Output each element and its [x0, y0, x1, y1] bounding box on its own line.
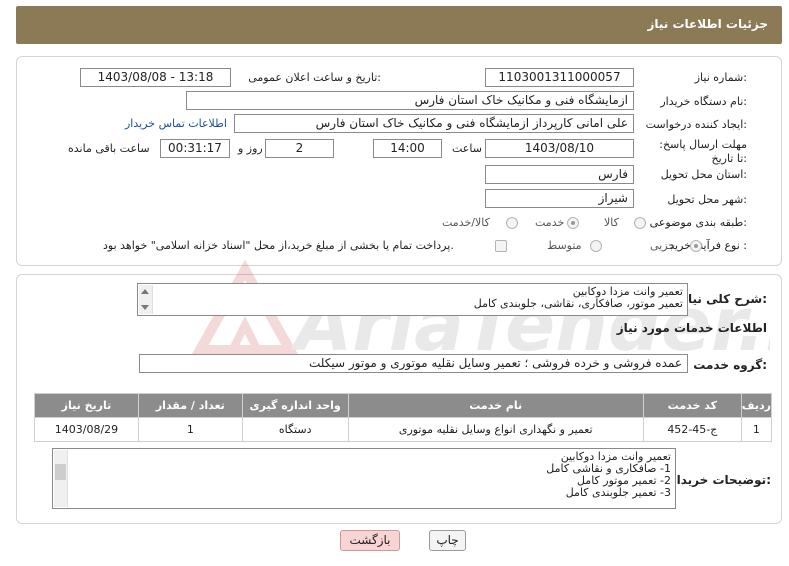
buyer-notes-label: توضیحات خریدار: — [669, 473, 771, 487]
deadline-label: مهلت ارسال پاسخ: تا تاریخ: — [659, 138, 747, 165]
cell-unit: دستگاه — [241, 417, 349, 442]
back-button[interactable]: بازگشت — [340, 530, 400, 551]
requester-field[interactable]: علی امانی کارپرداز ازمایشگاه فنی و مکانی… — [234, 114, 634, 133]
page-title: جزئیات اطلاعات نیاز — [647, 17, 768, 31]
notes-scrollbar[interactable] — [54, 450, 68, 507]
table-header-row: ردیف کد خدمت نام خدمت واحد اندازه گیری ت… — [34, 393, 773, 418]
summary-textarea[interactable]: تعمیر وانت مزدا دوکابین تعمیر موتور، صاف… — [137, 283, 688, 316]
deadline-time-field[interactable]: 14:00 — [373, 139, 442, 158]
treasury-payment-checkbox[interactable] — [495, 240, 507, 252]
col-service-name: نام خدمت — [347, 393, 644, 418]
services-table: ردیف کد خدمت نام خدمت واحد اندازه گیری ت… — [34, 393, 773, 442]
purchase-type-label: نوع فرآیند خرید : — [669, 239, 747, 252]
buyer-notes-textarea[interactable]: تعمیر وانت مزدا دوکابین 1- صافکاری و نقا… — [52, 448, 676, 509]
cell-quantity: 1 — [137, 417, 243, 442]
print-button[interactable]: چاپ — [429, 530, 466, 551]
page-header: جزئیات اطلاعات نیاز — [16, 6, 782, 44]
province-field[interactable]: فارس — [485, 165, 634, 184]
category-option-goods-service: کالا/خدمت — [442, 216, 490, 229]
treasury-payment-note: پرداخت تمام یا بخشی از مبلغ خرید،از محل … — [103, 239, 454, 252]
remaining-time-field[interactable]: 00:31:17 — [160, 139, 230, 158]
remaining-time-label: ساعت باقی مانده — [68, 142, 150, 155]
summary-label: شرح کلی نیاز: — [681, 292, 767, 306]
category-label: طبقه بندی موضوعی: — [649, 216, 747, 229]
service-group-label: گروه خدمت: — [693, 358, 767, 372]
category-radio-service[interactable] — [567, 217, 579, 229]
service-group-field[interactable]: عمده فروشی و خرده فروشی ؛ تعمیر وسایل نق… — [139, 354, 688, 373]
purchase-type-radio-minor[interactable] — [690, 240, 702, 252]
buyer-org-field[interactable]: ازمایشگاه فنی و مکانیک خاک استان فارس — [186, 91, 634, 110]
province-label: استان محل تحویل: — [660, 168, 747, 181]
notes-scroll-thumb[interactable] — [55, 464, 66, 480]
notes-line-4: 3- تعمیر جلوبندی کامل — [565, 486, 671, 499]
category-option-goods: کالا — [604, 216, 619, 229]
remaining-days-label: روز و — [238, 142, 263, 155]
deadline-date-field[interactable]: 1403/08/10 — [485, 139, 634, 158]
cell-service-name: تعمیر و نگهداری انواع وسایل نقلیه موتوری — [347, 417, 644, 442]
summary-scrollbar[interactable] — [139, 285, 153, 314]
city-field[interactable]: شیراز — [485, 189, 634, 208]
buyer-contact-link[interactable]: اطلاعات تماس خریدار — [125, 117, 227, 130]
col-unit: واحد اندازه گیری — [241, 393, 349, 418]
announce-datetime-field[interactable]: 1403/08/08 - 13:18 — [80, 68, 231, 87]
cell-row-number: 1 — [740, 417, 773, 442]
cell-service-code: ج-45-452 — [642, 417, 742, 442]
category-radio-goods[interactable] — [634, 217, 646, 229]
col-need-date: تاریخ نیاز — [34, 393, 139, 418]
city-label: شهر محل تحویل: — [667, 193, 747, 206]
services-section-title: اطلاعات خدمات مورد نیاز — [616, 321, 767, 335]
cell-need-date: 1403/08/29 — [34, 417, 139, 442]
announce-datetime-label: تاریخ و ساعت اعلان عمومی: — [248, 71, 381, 84]
deadline-time-label: ساعت — [452, 142, 482, 155]
requester-label: ایجاد کننده درخواست: — [645, 118, 747, 131]
col-service-code: کد خدمت — [642, 393, 742, 418]
table-row[interactable]: 1 ج-45-452 تعمیر و نگهداری انواع وسایل ن… — [34, 417, 773, 442]
need-number-field[interactable]: 1103001311000057 — [485, 68, 634, 87]
purchase-type-option-medium: متوسط — [547, 239, 582, 252]
purchase-type-radio-medium[interactable] — [590, 240, 602, 252]
col-row-number: ردیف — [740, 393, 773, 418]
category-option-service: خدمت — [535, 216, 565, 229]
buyer-org-label: نام دستگاه خریدار: — [660, 95, 747, 108]
col-quantity: تعداد / مقدار — [137, 393, 243, 418]
need-number-label: شماره نیاز: — [694, 71, 747, 84]
scroll-up-icon[interactable] — [141, 289, 149, 294]
remaining-days-field[interactable]: 2 — [265, 139, 334, 158]
summary-line-2: تعمیر موتور، صافکاری، نقاشی، جلوبندی کام… — [473, 297, 683, 310]
purchase-type-option-minor: جزیی — [650, 239, 676, 252]
category-radio-goods-service[interactable] — [506, 217, 518, 229]
scroll-down-icon[interactable] — [141, 305, 149, 310]
